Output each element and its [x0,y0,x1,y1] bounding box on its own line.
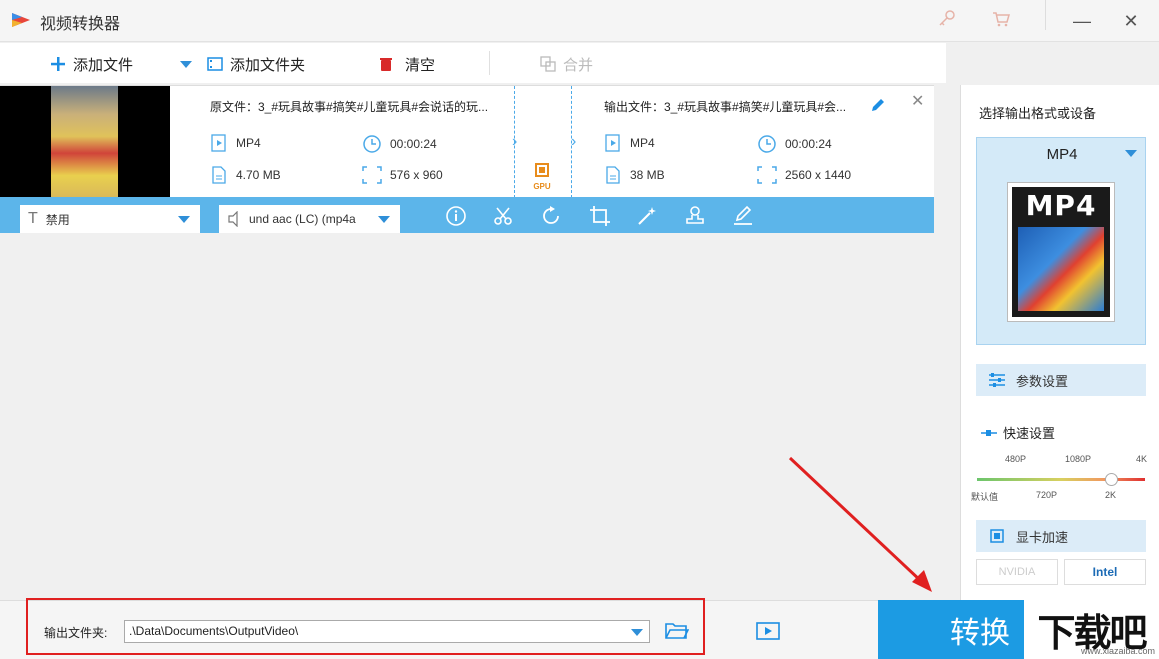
toolbar: 添加文件 添加文件夹 清空 合并 [0,43,946,83]
cart-icon[interactable] [989,9,1013,31]
source-format: MP4 [210,134,261,152]
output-format-panel: 选择输出格式或设备 MP4 MP4 参数设置 快速设置 480P 1080P 4… [960,85,1159,600]
output-duration: 00:00:24 [757,134,832,154]
text-icon: T [28,210,38,227]
slider-icon [981,429,997,436]
subtitle-select[interactable]: T 禁用 [20,205,200,233]
format-thumbnail: MP4 [1007,182,1115,322]
trash-icon [380,58,392,71]
watermark-stamp-icon[interactable] [684,205,706,227]
chip-icon [990,529,1004,543]
source-duration: 00:00:24 [362,134,437,154]
video-file-icon [605,134,620,152]
merge-icon [540,56,556,72]
clock-icon [758,135,776,153]
edit-bar: T 禁用 und aac (LC) (mp4a [0,197,934,233]
add-file-button[interactable]: 添加文件 [50,53,133,75]
add-file-dropdown-icon[interactable] [180,61,192,68]
output-format: MP4 [604,134,655,152]
source-resolution: 576 x 960 [362,166,443,184]
quick-settings-label: 快速设置 [981,423,1055,442]
quality-label: 4K [1136,454,1148,464]
file-size-icon [212,166,226,184]
merge-output-icon[interactable] [756,621,780,641]
gpu-acceleration-button[interactable]: 显卡加速 [976,520,1146,552]
app-logo-icon [12,13,30,27]
resolution-icon [362,166,382,184]
speaker-icon [228,211,238,227]
output-folder-input[interactable]: .\Data\Documents\OutputVideo\ [124,620,650,643]
edit-output-name-icon[interactable] [870,97,886,116]
quality-label: 480P [1005,454,1027,464]
panel-title: 选择输出格式或设备 [979,106,1097,121]
chevron-down-icon[interactable] [631,629,643,636]
intel-option[interactable]: Intel [1064,559,1146,585]
chevron-down-icon [1125,150,1137,157]
quality-label: 1080P [1065,454,1092,464]
folder-open-icon[interactable] [665,621,689,641]
key-icon[interactable] [935,9,959,31]
output-filename: 输出文件：3_#玩具故事#搞笑#儿童玩具#会... [604,100,847,114]
add-folder-button[interactable]: 添加文件夹 [207,53,305,75]
source-size: 4.70 MB [210,166,281,184]
output-folder-label: 输出文件夹: [44,626,108,640]
file-item[interactable]: 原文件：3_#玩具故事#搞笑#儿童玩具#会说话的玩... MP4 00:00:2… [0,85,934,198]
quality-slider[interactable] [977,478,1145,481]
quality-label: 默认值 [971,492,999,502]
output-size: 38 MB [604,166,665,184]
remove-file-icon[interactable]: ✕ [911,91,924,111]
format-selector[interactable]: MP4 MP4 [976,137,1146,345]
file-size-icon [606,166,620,184]
clear-button[interactable]: 清空 [378,53,435,75]
merge-button[interactable]: 合并 [540,53,593,75]
audio-track-select[interactable]: und aac (LC) (mp4a [219,205,400,233]
site-watermark: 下载吧 www.xiazaiba.com [1024,600,1159,659]
film-folder-icon [207,57,223,71]
output-resolution: 2560 x 1440 [757,166,851,184]
quality-slider-handle[interactable] [1105,473,1118,486]
parameter-settings-button[interactable]: 参数设置 [976,364,1146,396]
nvidia-option[interactable]: NVIDIA [976,559,1058,585]
quality-label: 720P [1036,490,1058,500]
gpu-icon: GPU [528,162,556,191]
scissors-icon[interactable] [492,205,514,227]
minimize-button[interactable]: — [1068,8,1096,34]
effects-wand-icon[interactable] [636,205,658,227]
clock-icon [363,135,381,153]
app-title: 视频转换器 [40,16,121,33]
video-file-icon [211,134,226,152]
rotate-icon[interactable] [540,205,562,227]
crop-icon[interactable] [589,205,611,227]
subtitle-edit-icon[interactable] [732,205,754,227]
arrow-right-icon: › [571,133,577,150]
quality-label: 2K [1105,490,1117,500]
title-bar: 视频转换器 — ✕ [0,0,1159,42]
video-thumbnail[interactable] [0,86,170,198]
close-button[interactable]: ✕ [1117,8,1145,34]
source-filename: 原文件：3_#玩具故事#搞笑#儿童玩具#会说话的玩... [210,100,489,114]
arrow-right-icon: › [512,133,518,150]
sliders-icon [989,373,1005,387]
info-icon[interactable] [445,205,467,227]
plus-icon [51,57,65,71]
resolution-icon [757,166,777,184]
